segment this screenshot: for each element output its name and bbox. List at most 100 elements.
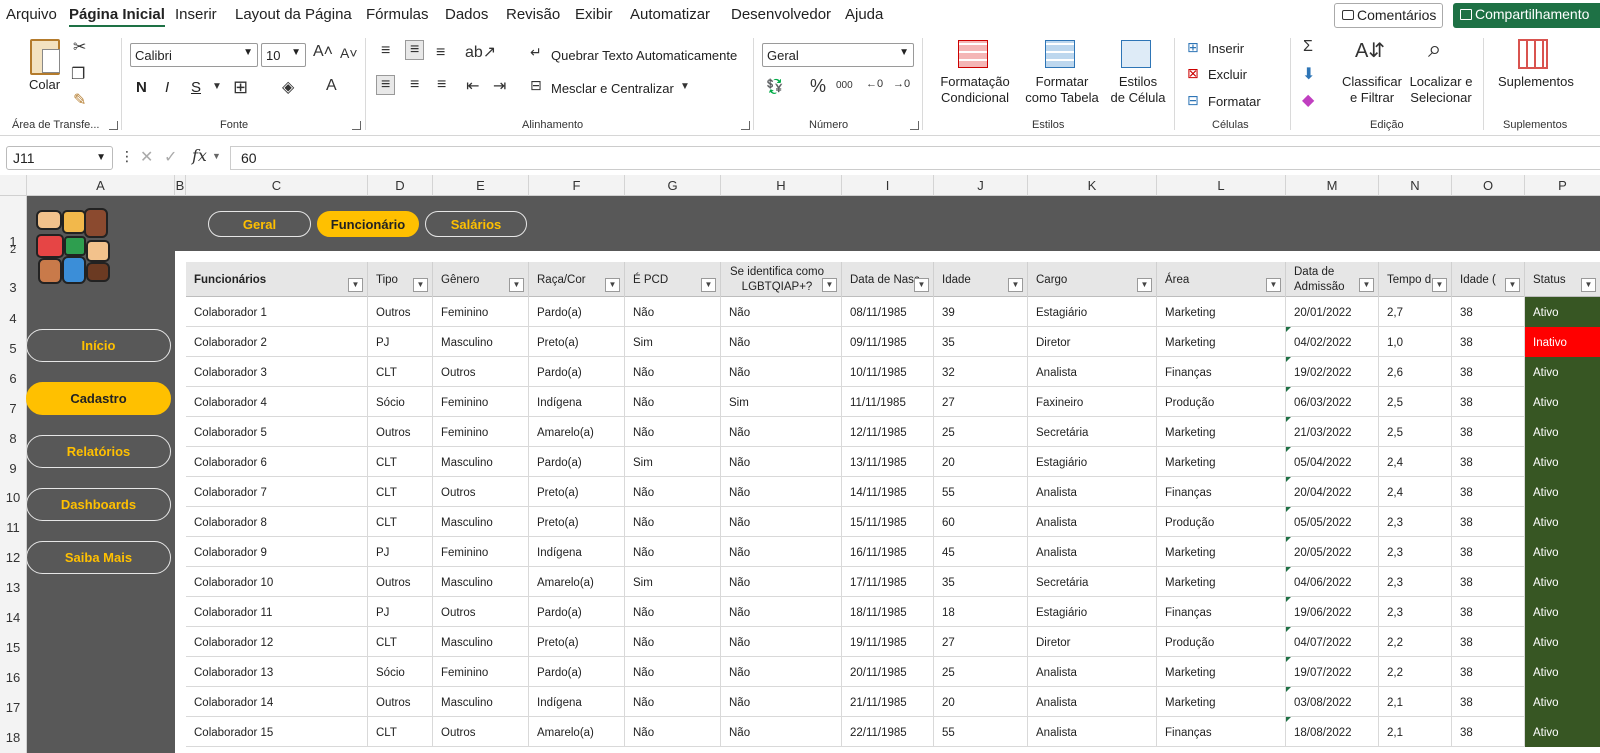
cell-raca[interactable]: Amarelo(a) bbox=[529, 567, 625, 597]
row-header[interactable]: 11 bbox=[0, 520, 26, 535]
cell-idade-admissao[interactable]: 38 bbox=[1452, 477, 1525, 507]
cell-tempo[interactable]: 2,6 bbox=[1379, 357, 1452, 387]
cell-lgbt[interactable]: Não bbox=[721, 507, 842, 537]
paste-label[interactable]: Colar bbox=[29, 77, 60, 92]
cell-genero[interactable]: Masculino bbox=[433, 567, 529, 597]
cell-tipo[interactable]: PJ bbox=[368, 537, 433, 567]
cell-status[interactable]: Inativo bbox=[1525, 327, 1600, 357]
font-color-icon[interactable]: A bbox=[326, 77, 337, 95]
insert-cells-icon[interactable]: ⊞ bbox=[1187, 39, 1199, 56]
cell-idade[interactable]: 55 bbox=[934, 717, 1028, 747]
cell-idade[interactable]: 35 bbox=[934, 327, 1028, 357]
row-header[interactable]: 5 bbox=[0, 341, 26, 356]
filter-dropdown-icon[interactable]: ▼ bbox=[914, 278, 929, 292]
nav-saiba-mais[interactable]: Saiba Mais bbox=[26, 541, 171, 574]
cell-idade[interactable]: 20 bbox=[934, 687, 1028, 717]
header-status[interactable]: Status ▼ bbox=[1525, 262, 1600, 297]
cell-pcd[interactable]: Não bbox=[625, 297, 721, 327]
cell-status[interactable]: Ativo bbox=[1525, 387, 1600, 417]
cell-idade[interactable]: 25 bbox=[934, 417, 1028, 447]
cell-tempo[interactable]: 2,1 bbox=[1379, 687, 1452, 717]
cell-tipo[interactable]: PJ bbox=[368, 597, 433, 627]
cell-idade-admissao[interactable]: 38 bbox=[1452, 687, 1525, 717]
row-header[interactable]: 10 bbox=[0, 490, 26, 505]
menu-automatizar[interactable]: Automatizar bbox=[630, 6, 710, 23]
cell-status[interactable]: Ativo bbox=[1525, 357, 1600, 387]
cell-genero[interactable]: Outros bbox=[433, 357, 529, 387]
cell-lgbt[interactable]: Não bbox=[721, 537, 842, 567]
cell-genero[interactable]: Outros bbox=[433, 597, 529, 627]
cell-idade[interactable]: 55 bbox=[934, 477, 1028, 507]
cell-idade-admissao[interactable]: 38 bbox=[1452, 297, 1525, 327]
cell-area[interactable]: Marketing bbox=[1157, 297, 1286, 327]
cell-area[interactable]: Produção bbox=[1157, 627, 1286, 657]
cell-admissao[interactable]: 20/01/2022 bbox=[1286, 297, 1379, 327]
cell-raca[interactable]: Indígena bbox=[529, 537, 625, 567]
cell-area[interactable]: Marketing bbox=[1157, 447, 1286, 477]
cell-status[interactable]: Ativo bbox=[1525, 597, 1600, 627]
format-table-icon[interactable] bbox=[1045, 40, 1075, 68]
cell-idade[interactable]: 27 bbox=[934, 627, 1028, 657]
cell-nascimento[interactable]: 17/11/1985 bbox=[842, 567, 934, 597]
cell-pcd[interactable]: Não bbox=[625, 477, 721, 507]
cell-cargo[interactable]: Analista bbox=[1028, 717, 1157, 747]
cell-status[interactable]: Ativo bbox=[1525, 717, 1600, 747]
cell-raca[interactable]: Amarelo(a) bbox=[529, 417, 625, 447]
cell-cargo[interactable]: Analista bbox=[1028, 477, 1157, 507]
cell-genero[interactable]: Masculino bbox=[433, 447, 529, 477]
cell-raca[interactable]: Preto(a) bbox=[529, 477, 625, 507]
header-area[interactable]: Área ▼ bbox=[1157, 262, 1286, 297]
column-header[interactable]: C bbox=[186, 175, 368, 196]
filter-dropdown-icon[interactable]: ▼ bbox=[1266, 278, 1281, 292]
cell-genero[interactable]: Outros bbox=[433, 717, 529, 747]
decrease-indent-icon[interactable]: ⇤ bbox=[466, 76, 479, 96]
header-lgbt[interactable]: Se identifica como LGBTQIAP+? ▼ bbox=[721, 262, 842, 297]
increase-decimal-icon[interactable]: ←0 bbox=[866, 78, 883, 90]
cell-lgbt[interactable]: Não bbox=[721, 477, 842, 507]
cell-idade-admissao[interactable]: 38 bbox=[1452, 627, 1525, 657]
cell-idade[interactable]: 32 bbox=[934, 357, 1028, 387]
menu-desenvolvedor[interactable]: Desenvolvedor bbox=[731, 6, 831, 23]
cell-admissao[interactable]: 03/08/2022 bbox=[1286, 687, 1379, 717]
cell-admissao[interactable]: 04/06/2022 bbox=[1286, 567, 1379, 597]
align-left-icon[interactable]: ≡ bbox=[376, 75, 396, 95]
merge-icon[interactable]: ⊟ bbox=[530, 77, 542, 94]
addins-button[interactable]: Suplementos bbox=[1498, 74, 1574, 89]
cell-area[interactable]: Marketing bbox=[1157, 657, 1286, 687]
underline-button[interactable]: S bbox=[191, 79, 201, 96]
cell-nascimento[interactable]: 12/11/1985 bbox=[842, 417, 934, 447]
cell-area[interactable]: Marketing bbox=[1157, 687, 1286, 717]
delete-cells-button[interactable]: Excluir bbox=[1208, 67, 1247, 82]
cell-idade[interactable]: 27 bbox=[934, 387, 1028, 417]
cell-area[interactable]: Marketing bbox=[1157, 327, 1286, 357]
header-idade[interactable]: Idade ▼ bbox=[934, 262, 1028, 297]
paste-icon[interactable] bbox=[30, 39, 60, 75]
cell-idade-admissao[interactable]: 38 bbox=[1452, 417, 1525, 447]
font-size-select[interactable]: 10 ▼ bbox=[261, 43, 306, 67]
header-tempo[interactable]: Tempo d ▼ bbox=[1379, 262, 1452, 297]
cell-tempo[interactable]: 2,3 bbox=[1379, 507, 1452, 537]
cell-nascimento[interactable]: 15/11/1985 bbox=[842, 507, 934, 537]
header-tipo[interactable]: Tipo ▼ bbox=[368, 262, 433, 297]
cell-raca[interactable]: Pardo(a) bbox=[529, 447, 625, 477]
cell-cargo[interactable]: Analista bbox=[1028, 507, 1157, 537]
increase-font-icon[interactable]: A˄ bbox=[313, 43, 333, 61]
cell-status[interactable]: Ativo bbox=[1525, 537, 1600, 567]
percent-icon[interactable]: % bbox=[810, 76, 826, 97]
cell-tempo[interactable]: 2,2 bbox=[1379, 657, 1452, 687]
row-header[interactable]: 2 bbox=[0, 244, 26, 256]
cell-tempo[interactable]: 2,4 bbox=[1379, 447, 1452, 477]
cell-area[interactable]: Produção bbox=[1157, 387, 1286, 417]
tab-salarios[interactable]: Salários bbox=[425, 211, 527, 237]
cell-cargo[interactable]: Secretária bbox=[1028, 417, 1157, 447]
cell-tipo[interactable]: CLT bbox=[368, 627, 433, 657]
row-header[interactable]: 15 bbox=[0, 640, 26, 655]
cell-raca[interactable]: Indígena bbox=[529, 687, 625, 717]
share-button[interactable]: Compartilhamento bbox=[1453, 3, 1600, 28]
cell-tipo[interactable]: CLT bbox=[368, 357, 433, 387]
cell-nascimento[interactable]: 10/11/1985 bbox=[842, 357, 934, 387]
cell-pcd[interactable]: Não bbox=[625, 417, 721, 447]
cell-status[interactable]: Ativo bbox=[1525, 447, 1600, 477]
cell-funcionario[interactable]: Colaborador 1 bbox=[186, 297, 368, 327]
cell-pcd[interactable]: Não bbox=[625, 387, 721, 417]
